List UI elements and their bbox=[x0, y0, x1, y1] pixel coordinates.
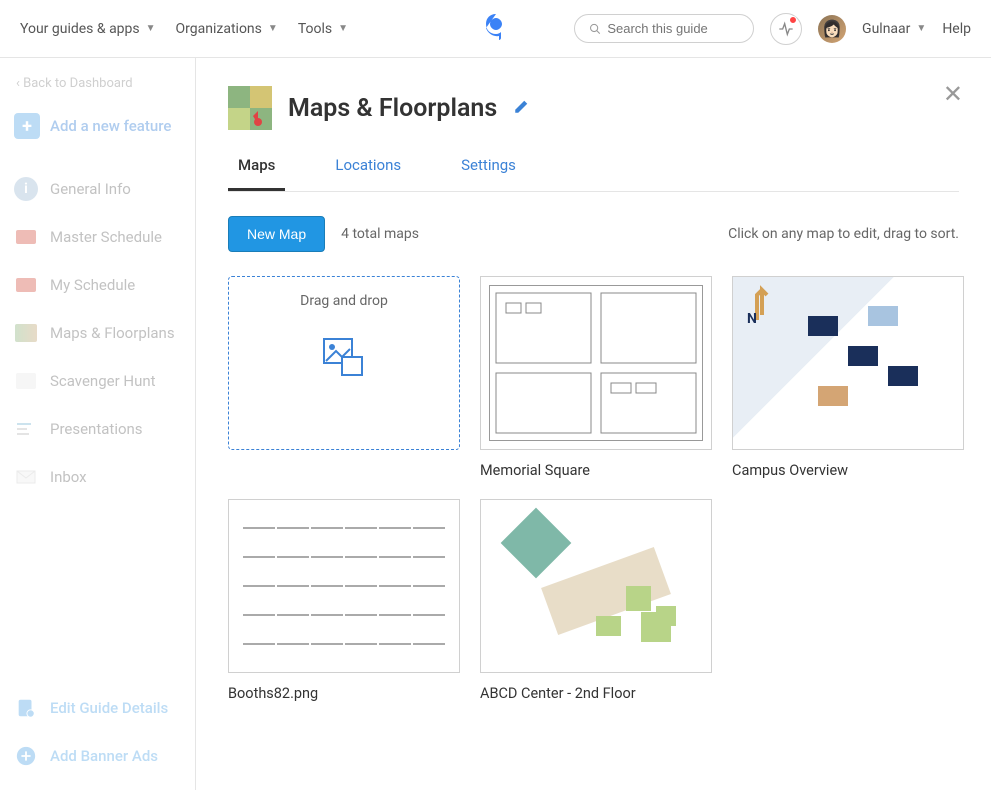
chevron-down-icon: ▼ bbox=[916, 23, 926, 34]
add-banner-ads[interactable]: Add Banner Ads bbox=[0, 732, 195, 780]
sidebar-item-presentations[interactable]: Presentations bbox=[0, 405, 195, 453]
tabs: Maps Locations Settings bbox=[228, 156, 959, 192]
calendar-icon bbox=[14, 273, 38, 297]
logo[interactable] bbox=[484, 12, 508, 46]
sidebar: ‹ Back to Dashboard + Add a new feature … bbox=[0, 58, 196, 790]
calendar-icon bbox=[14, 225, 38, 249]
notification-dot bbox=[789, 16, 797, 24]
toolbar: New Map 4 total maps Click on any map to… bbox=[228, 216, 959, 252]
image-icon bbox=[322, 337, 366, 385]
nav-label: Organizations bbox=[176, 21, 262, 37]
new-map-button[interactable]: New Map bbox=[228, 216, 325, 252]
chevron-down-icon: ▼ bbox=[146, 23, 156, 34]
back-to-dashboard[interactable]: ‹ Back to Dashboard bbox=[0, 70, 195, 105]
map-thumbnail bbox=[228, 499, 460, 673]
sidebar-item-general-info[interactable]: i General Info bbox=[0, 165, 195, 213]
content-header: Maps & Floorplans bbox=[228, 86, 959, 130]
map-label: Campus Overview bbox=[732, 462, 964, 479]
plus-icon: + bbox=[14, 113, 40, 139]
avatar[interactable]: 👩🏻 bbox=[818, 15, 846, 43]
page-title: Maps & Floorplans bbox=[288, 94, 497, 123]
plus-circle-icon bbox=[14, 744, 38, 768]
map-card-abcd-center[interactable]: ABCD Center - 2nd Floor bbox=[480, 499, 712, 702]
user-name-label: Gulnaar bbox=[862, 21, 910, 37]
sidebar-item-master-schedule[interactable]: Master Schedule bbox=[0, 213, 195, 261]
top-header: Your guides & apps ▼ Organizations ▼ Too… bbox=[0, 0, 991, 58]
search-box[interactable] bbox=[574, 14, 754, 43]
chevron-down-icon: ▼ bbox=[338, 23, 348, 34]
add-feature-button[interactable]: + Add a new feature bbox=[0, 105, 195, 147]
sidebar-bottom: Edit Guide Details Add Banner Ads bbox=[0, 684, 195, 780]
sidebar-item-label: Inbox bbox=[50, 468, 87, 486]
sidebar-item-label: Master Schedule bbox=[50, 228, 162, 246]
sidebar-item-label: Presentations bbox=[50, 420, 143, 438]
dropzone-label: Drag and drop bbox=[300, 293, 388, 309]
nav-guides[interactable]: Your guides & apps ▼ bbox=[20, 21, 156, 37]
sidebar-item-label: Scavenger Hunt bbox=[50, 372, 156, 390]
sidebar-item-label: Add Banner Ads bbox=[50, 747, 158, 765]
sidebar-item-maps[interactable]: Maps & Floorplans bbox=[0, 309, 195, 357]
sidebar-item-label: General Info bbox=[50, 180, 131, 198]
map-thumbnail bbox=[480, 276, 712, 450]
header-nav: Your guides & apps ▼ Organizations ▼ Too… bbox=[20, 21, 348, 37]
sidebar-item-label: Maps & Floorplans bbox=[50, 324, 175, 342]
chevron-down-icon: ▼ bbox=[268, 23, 278, 34]
map-label: ABCD Center - 2nd Floor bbox=[480, 685, 712, 702]
activity-button[interactable] bbox=[770, 13, 802, 45]
svg-text:N: N bbox=[747, 311, 757, 325]
sidebar-item-label: Edit Guide Details bbox=[50, 699, 168, 717]
dropzone[interactable]: Drag and drop bbox=[228, 276, 460, 450]
total-maps-label: 4 total maps bbox=[341, 226, 419, 242]
inbox-icon bbox=[14, 465, 38, 489]
map-label: Booths82.png bbox=[228, 685, 460, 702]
main-layout: ‹ Back to Dashboard + Add a new feature … bbox=[0, 58, 991, 790]
gear-icon bbox=[14, 696, 38, 720]
map-thumbnail bbox=[480, 499, 712, 673]
add-feature-label: Add a new feature bbox=[50, 117, 171, 135]
tab-locations[interactable]: Locations bbox=[325, 156, 411, 191]
map-thumbnail: N bbox=[732, 276, 964, 450]
nav-label: Your guides & apps bbox=[20, 21, 140, 37]
nav-organizations[interactable]: Organizations ▼ bbox=[176, 21, 278, 37]
hint-label: Click on any map to edit, drag to sort. bbox=[728, 226, 959, 242]
help-link[interactable]: Help bbox=[942, 21, 971, 37]
map-icon bbox=[14, 321, 38, 345]
sidebar-item-my-schedule[interactable]: My Schedule bbox=[0, 261, 195, 309]
nav-tools[interactable]: Tools ▼ bbox=[298, 21, 348, 37]
tab-maps[interactable]: Maps bbox=[228, 156, 285, 191]
toolbar-left: New Map 4 total maps bbox=[228, 216, 419, 252]
content-panel: ✕ Maps & Floorplans Maps Locations Setti… bbox=[196, 58, 991, 790]
info-icon: i bbox=[14, 177, 38, 201]
sidebar-item-inbox[interactable]: Inbox bbox=[0, 453, 195, 501]
map-card-campus-overview[interactable]: N Campus Overview bbox=[732, 276, 964, 479]
search-input[interactable] bbox=[607, 21, 739, 36]
search-icon bbox=[589, 22, 601, 36]
edit-icon[interactable] bbox=[513, 97, 531, 120]
presentation-icon bbox=[14, 417, 38, 441]
tab-settings[interactable]: Settings bbox=[451, 156, 526, 191]
map-card-memorial-square[interactable]: Memorial Square bbox=[480, 276, 712, 479]
header-right: 👩🏻 Gulnaar ▼ Help bbox=[574, 13, 971, 45]
nav-label: Tools bbox=[298, 21, 332, 37]
map-card-booths[interactable]: Booths82.png bbox=[228, 499, 460, 702]
map-label: Memorial Square bbox=[480, 462, 712, 479]
sidebar-item-label: My Schedule bbox=[50, 276, 135, 294]
close-button[interactable]: ✕ bbox=[943, 80, 963, 108]
edit-guide-details[interactable]: Edit Guide Details bbox=[0, 684, 195, 732]
hunt-icon bbox=[14, 369, 38, 393]
maps-feature-icon bbox=[228, 86, 272, 130]
sidebar-item-scavenger-hunt[interactable]: Scavenger Hunt bbox=[0, 357, 195, 405]
maps-grid: Drag and drop Memorial Square N Campus O… bbox=[228, 276, 959, 702]
user-menu[interactable]: Gulnaar ▼ bbox=[862, 21, 926, 37]
